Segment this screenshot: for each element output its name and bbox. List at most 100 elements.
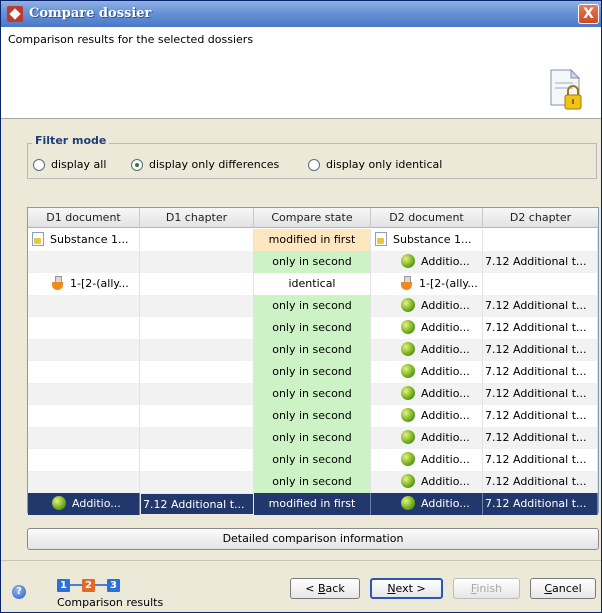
d2-document-cell-text: 1-[2-(ally... xyxy=(419,277,478,290)
compare-state-cell: only in second xyxy=(254,449,371,471)
d2-document-cell: Additio... xyxy=(371,317,483,339)
d2-chapter-cell: 7.12 Additional t... xyxy=(483,427,598,449)
table-row[interactable]: only in second Additio... 7.12 Additional … xyxy=(28,317,598,339)
table-row-selected[interactable]: Additio... 7.12 Additional t... modified i… xyxy=(28,493,598,515)
d2-document-cell-text: Additio... xyxy=(421,409,470,422)
d1-document-cell: 1-[2-(ally... xyxy=(28,273,140,295)
d2-document-cell-text: Additio... xyxy=(421,475,470,488)
substance-ball-icon xyxy=(401,364,415,378)
substance-ball-icon xyxy=(401,452,415,466)
back-button[interactable]: < Back xyxy=(290,578,360,599)
column-header-d2-document[interactable]: D2 document xyxy=(371,208,483,228)
cancel-rest: ancel xyxy=(552,582,582,595)
table-row[interactable]: only in second Additio... 7.12 Additional … xyxy=(28,427,598,449)
d1-document-cell xyxy=(28,295,140,317)
table-row[interactable]: only in second Additio... 7.12 Additional … xyxy=(28,405,598,427)
window-title: Compare dossier xyxy=(29,6,152,21)
d1-chapter-cell xyxy=(140,339,254,361)
d1-document-cell: Additio... xyxy=(28,493,140,515)
d1-document-cell-text: Substance 1... xyxy=(50,233,129,246)
next-button[interactable]: Next > xyxy=(370,578,443,599)
d2-chapter-cell: 7.12 Additional t... xyxy=(483,383,598,405)
radio-button[interactable] xyxy=(33,158,45,171)
d1-chapter-cell xyxy=(140,427,254,449)
filter-mode-legend: Filter mode xyxy=(32,134,110,147)
substance-ball-icon xyxy=(401,320,415,334)
document-icon xyxy=(32,232,44,246)
table-header: D1 document D1 chapter Compare state D2 … xyxy=(28,208,598,228)
compare-state-cell: only in second xyxy=(254,383,371,405)
table-row[interactable]: 1-[2-(ally... identical 1-[2-(ally... xyxy=(28,273,598,295)
compare-state-cell: modified in first xyxy=(254,229,371,251)
title-bar[interactable]: Compare dossier X xyxy=(1,1,601,27)
d2-chapter-cell xyxy=(483,229,598,251)
detailed-comparison-button[interactable]: Detailed comparison information xyxy=(27,528,599,550)
flask-icon xyxy=(52,276,64,290)
column-header-compare-state[interactable]: Compare state xyxy=(254,208,371,228)
d1-document-cell xyxy=(28,361,140,383)
d2-chapter-cell: 7.12 Additional t... xyxy=(483,317,598,339)
table-row[interactable]: only in second Additio... 7.12 Additional … xyxy=(28,251,598,273)
radio-button[interactable] xyxy=(131,158,143,171)
radio-display-identical[interactable]: display only identical xyxy=(308,158,442,171)
radio-label: display all xyxy=(51,158,107,171)
d2-document-cell: Additio... xyxy=(371,405,483,427)
d2-document-cell-text: Additio... xyxy=(421,497,470,510)
compare-dossier-window: Compare dossier X Comparison results for… xyxy=(0,0,602,613)
d2-chapter-cell: 7.12 Additional t... xyxy=(483,449,598,471)
radio-display-differences[interactable]: display only differences xyxy=(131,158,279,171)
header-description: Comparison results for the selected doss… xyxy=(8,33,254,46)
d2-chapter-cell: 7.12 Additional t... xyxy=(483,295,598,317)
next-rest: ext > xyxy=(395,582,426,595)
d1-chapter-cell xyxy=(140,361,254,383)
next-mnemonic: N xyxy=(387,582,396,595)
close-button[interactable]: X xyxy=(578,4,599,24)
radio-display-all[interactable]: display all xyxy=(33,158,106,171)
d1-document-cell-text: Additio... xyxy=(72,497,121,510)
d2-document-cell-text: Additio... xyxy=(421,321,470,334)
wizard-step-3: 3 xyxy=(107,578,120,592)
flask-icon xyxy=(401,276,413,290)
finish-button[interactable]: Finish xyxy=(453,578,520,599)
d1-chapter-cell xyxy=(140,449,254,471)
wizard-step-2: 2 xyxy=(82,578,95,592)
compare-state-cell: only in second xyxy=(254,251,371,273)
table-row[interactable]: only in second Additio... 7.12 Additional … xyxy=(28,383,598,405)
substance-ball-icon xyxy=(401,430,415,444)
back-mnemonic: B xyxy=(318,582,326,595)
cancel-mnemonic: C xyxy=(544,582,553,595)
table-row[interactable]: only in second Additio... 7.12 Additional … xyxy=(28,471,598,493)
table-row[interactable]: Substance 1... modified in first Substance… xyxy=(28,229,598,251)
d1-document-cell xyxy=(28,317,140,339)
substance-ball-icon xyxy=(401,386,415,400)
compare-state-cell: only in second xyxy=(254,471,371,493)
app-logo-icon xyxy=(7,6,23,22)
table-row[interactable]: only in second Additio... 7.12 Additional … xyxy=(28,361,598,383)
d2-chapter-cell: 7.12 Additional t... xyxy=(483,361,598,383)
radio-button[interactable] xyxy=(308,158,320,171)
help-icon[interactable]: ? xyxy=(12,585,26,599)
cancel-button[interactable]: Cancel xyxy=(530,578,596,599)
d2-document-cell-text: Substance 1... xyxy=(393,233,472,246)
column-header-d1-document[interactable]: D1 document xyxy=(28,208,140,228)
compare-state-cell: only in second xyxy=(254,295,371,317)
d2-document-cell: Additio... xyxy=(371,295,483,317)
substance-ball-icon xyxy=(401,496,415,510)
column-header-d1-chapter[interactable]: D1 chapter xyxy=(140,208,254,228)
table-row[interactable]: only in second Additio... 7.12 Additional … xyxy=(28,295,598,317)
d1-chapter-cell xyxy=(140,229,254,251)
d2-chapter-cell: 7.12 Additional t... xyxy=(483,493,598,515)
d2-document-cell: Additio... xyxy=(371,251,483,273)
table-row[interactable]: only in second Additio... 7.12 Additional … xyxy=(28,449,598,471)
d2-chapter-cell: 7.12 Additional t... xyxy=(483,471,598,493)
back-prefix: < xyxy=(305,582,318,595)
back-rest: ack xyxy=(325,582,345,595)
document-icon xyxy=(375,232,387,246)
finish-rest: inish xyxy=(476,582,503,595)
column-header-d2-chapter[interactable]: D2 chapter xyxy=(483,208,598,228)
d2-document-cell: 1-[2-(ally... xyxy=(371,273,483,295)
d2-document-cell-text: Additio... xyxy=(421,431,470,444)
table-row[interactable]: only in second Additio... 7.12 Additional … xyxy=(28,339,598,361)
d1-document-cell xyxy=(28,449,140,471)
d1-chapter-cell xyxy=(140,471,254,493)
